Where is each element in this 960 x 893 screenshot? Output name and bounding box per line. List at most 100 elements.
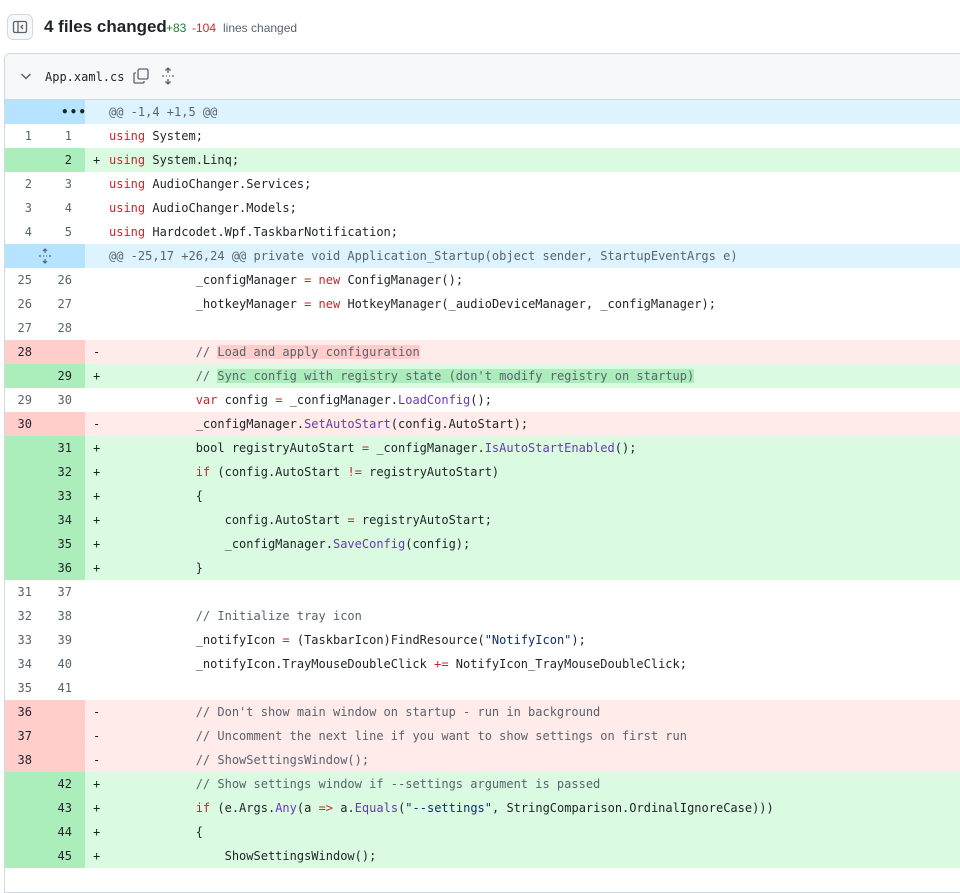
new-line-number[interactable]: 35 [45, 532, 85, 556]
new-line-number[interactable]: 42 [45, 772, 85, 796]
new-line-number[interactable]: 32 [45, 460, 85, 484]
new-line-number[interactable]: 36 [45, 556, 85, 580]
code-line: // Sync config with registry state (don'… [109, 364, 695, 388]
code-token: @@ -1,4 +1,5 @@ [109, 105, 218, 119]
old-line-number[interactable]: 28 [5, 340, 45, 364]
new-line-number[interactable]: 28 [45, 316, 85, 340]
old-line-number[interactable] [5, 844, 45, 868]
new-line-number[interactable] [45, 748, 85, 772]
added-line-row: 34 + config.AutoStart = registryAutoStart… [5, 508, 960, 532]
new-line-number[interactable]: 29 [45, 364, 85, 388]
new-line-number[interactable]: 43 [45, 796, 85, 820]
diff-marker: - [93, 417, 101, 431]
code-line: { [109, 484, 203, 508]
old-line-number[interactable] [5, 460, 45, 484]
hunk-expand-button[interactable] [5, 244, 85, 268]
new-line-number[interactable] [45, 724, 85, 748]
new-line-number[interactable]: 39 [45, 628, 85, 652]
old-line-number[interactable] [5, 772, 45, 796]
new-line-number[interactable]: 41 [45, 676, 85, 700]
old-line-number[interactable] [5, 820, 45, 844]
new-line-number[interactable]: 44 [45, 820, 85, 844]
new-line-number[interactable]: 26 [45, 268, 85, 292]
new-line-number[interactable]: 33 [45, 484, 85, 508]
new-line-number[interactable] [45, 700, 85, 724]
new-line-number[interactable]: 45 [45, 844, 85, 868]
old-line-number[interactable] [5, 484, 45, 508]
code-line: // Initialize tray icon [109, 604, 362, 628]
new-line-number[interactable]: 40 [45, 652, 85, 676]
code-line: var config = _configManager.LoadConfig()… [109, 388, 492, 412]
code-token: (a [296, 801, 319, 815]
copy-icon[interactable] [132, 67, 150, 85]
code-token: System; [145, 129, 203, 143]
code-token: => [318, 801, 334, 815]
old-line-number[interactable]: 4 [5, 220, 45, 244]
old-line-number[interactable] [5, 436, 45, 460]
old-line-number[interactable]: 37 [5, 724, 45, 748]
diff-marker: + [93, 801, 101, 815]
new-line-number[interactable]: 1 [45, 124, 85, 148]
old-line-number[interactable] [5, 532, 45, 556]
old-line-number[interactable]: 31 [5, 580, 45, 604]
new-line-number[interactable] [45, 340, 85, 364]
old-line-number[interactable] [5, 556, 45, 580]
code-token: IsAutoStartEnabled [484, 441, 615, 455]
new-line-number[interactable]: 38 [45, 604, 85, 628]
old-line-number[interactable] [5, 508, 45, 532]
diff-marker: + [93, 465, 101, 479]
new-line-number[interactable]: 5 [45, 220, 85, 244]
old-line-number[interactable]: 25 [5, 268, 45, 292]
file-name[interactable]: App.xaml.cs [45, 70, 124, 84]
code-line: _configManager.SaveConfig(config); [109, 532, 471, 556]
code-line: { [109, 820, 203, 844]
unfold-icon [39, 248, 51, 264]
old-line-number[interactable]: 26 [5, 292, 45, 316]
new-line-number[interactable]: 27 [45, 292, 85, 316]
old-line-number[interactable]: 33 [5, 628, 45, 652]
old-line-number[interactable]: 29 [5, 388, 45, 412]
new-line-number[interactable]: 37 [45, 580, 85, 604]
diff-marker: + [93, 849, 101, 863]
old-line-number[interactable]: 38 [5, 748, 45, 772]
old-line-number[interactable] [5, 148, 45, 172]
context-line-row: 27 28 [5, 316, 960, 340]
hunk-expand-button[interactable]: ••• [5, 100, 86, 124]
old-line-number[interactable]: 35 [5, 676, 45, 700]
code-token: _configManager. [109, 537, 333, 551]
old-line-number[interactable]: 1 [5, 124, 45, 148]
old-line-number[interactable]: 3 [5, 196, 45, 220]
new-line-number[interactable]: 4 [45, 196, 85, 220]
old-line-number[interactable]: 2 [5, 172, 45, 196]
code-token: using [109, 201, 146, 215]
old-line-number[interactable]: 34 [5, 652, 45, 676]
added-line-row: 32 + if (config.AutoStart != registryAuto… [5, 460, 960, 484]
code-token: registryAutoStart) [361, 465, 500, 479]
code-line: using System; [109, 124, 203, 148]
new-line-number[interactable]: 34 [45, 508, 85, 532]
code-line: // ShowSettingsWindow(); [109, 748, 369, 772]
new-line-number[interactable]: 31 [45, 436, 85, 460]
code-token: new [318, 297, 341, 311]
old-line-number[interactable]: 32 [5, 604, 45, 628]
deleted-line-row: 30 - _configManager.SetAutoStart(config.A… [5, 412, 960, 436]
code-token: += [434, 657, 449, 671]
new-line-number[interactable]: 30 [45, 388, 85, 412]
file-tree-toggle-button[interactable] [7, 14, 33, 40]
old-line-number[interactable] [5, 364, 45, 388]
unfold-icon[interactable] [160, 67, 176, 85]
new-line-number[interactable]: 3 [45, 172, 85, 196]
chevron-down-icon[interactable] [18, 68, 34, 84]
old-line-number[interactable]: 36 [5, 700, 45, 724]
old-line-number[interactable]: 27 [5, 316, 45, 340]
old-line-number[interactable]: 30 [5, 412, 45, 436]
old-line-number[interactable] [5, 796, 45, 820]
new-line-number[interactable] [45, 412, 85, 436]
code-line: config.AutoStart = registryAutoStart; [109, 508, 492, 532]
new-line-number[interactable]: 2 [45, 148, 85, 172]
code-token: System.Linq; [145, 153, 240, 167]
code-token: using [109, 129, 146, 143]
